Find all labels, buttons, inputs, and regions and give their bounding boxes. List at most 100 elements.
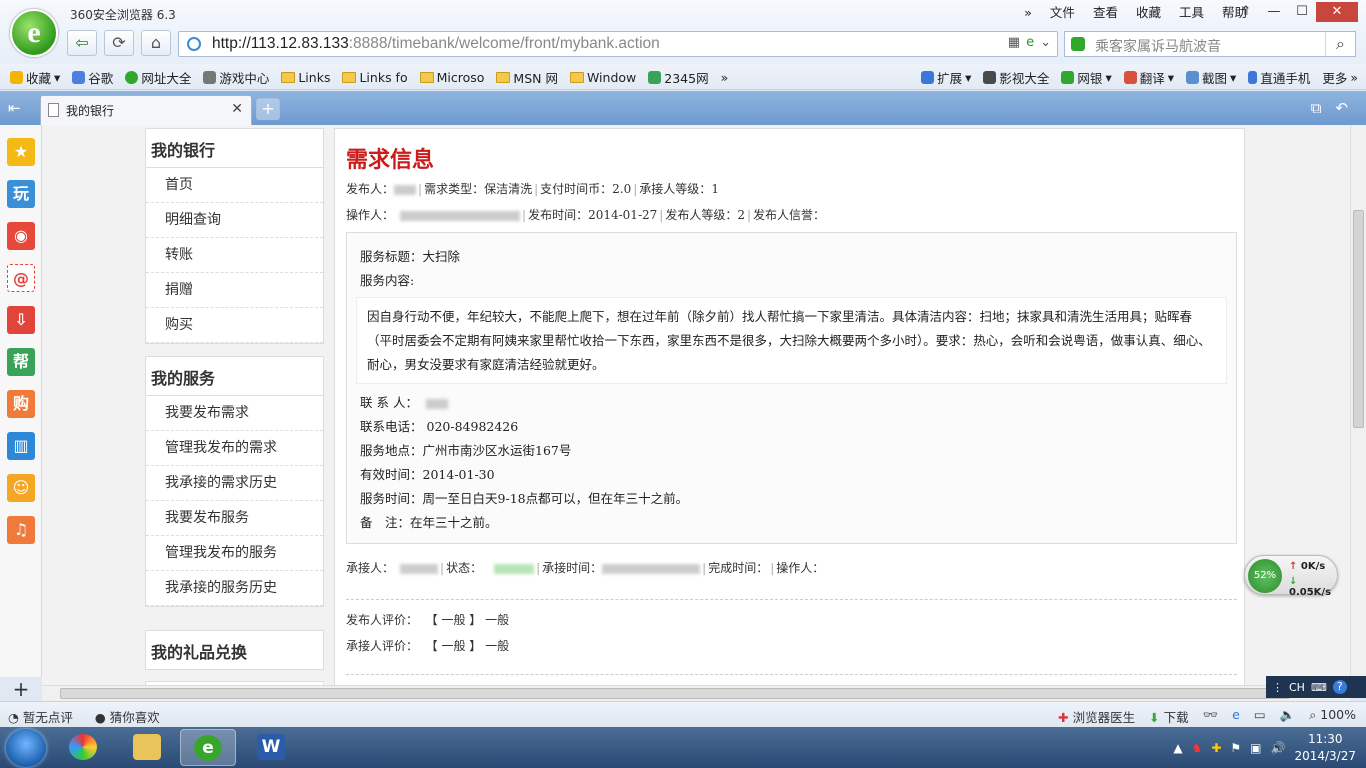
toolbar-translate[interactable]: 翻译 ▾ (1123, 68, 1174, 87)
search-input[interactable]: 乘客家属诉马航波音 (1095, 36, 1221, 56)
toolbar-more[interactable]: 更多 » (1322, 68, 1358, 87)
guess-you-like[interactable]: ● 猜你喜欢 (95, 707, 160, 726)
bookmark-more[interactable]: » (721, 68, 729, 87)
weibo-icon[interactable]: ◉ (7, 222, 35, 250)
vertical-scroll-thumb[interactable] (1353, 210, 1364, 428)
tray-app-icon[interactable]: ♞ (1192, 741, 1203, 755)
nav-purchase[interactable]: 购买 (146, 308, 323, 343)
bookmark-msn[interactable]: MSN 网 (496, 68, 558, 87)
play-app-icon[interactable]: 玩 (7, 180, 35, 208)
nav-home[interactable]: 首页 (146, 168, 323, 203)
tray-expand-icon[interactable]: ▲ (1173, 741, 1182, 755)
mail-icon[interactable]: @ (7, 264, 35, 292)
help-app-icon[interactable]: 帮 (7, 348, 35, 376)
bookmark-games[interactable]: 游戏中心 (203, 68, 269, 87)
menu-view[interactable]: 查看 (1084, 4, 1127, 22)
skin-icon[interactable]: ⇑ (1232, 2, 1260, 22)
url-tools: ▦ e ⌄ (1008, 35, 1051, 50)
nav-service-history[interactable]: 我承接的服务历史 (146, 571, 323, 606)
bookmark-google[interactable]: 谷歌 (72, 68, 113, 87)
tray-network-icon[interactable]: ▣ (1250, 741, 1261, 755)
shopping-icon[interactable]: 购 (7, 390, 35, 418)
download-icon[interactable]: ⇩ (7, 306, 35, 334)
keyboard-icon[interactable]: ⌨ (1311, 681, 1327, 694)
maximize-button[interactable]: ☐ (1288, 2, 1316, 22)
bookmark-favorites[interactable]: 收藏 ▾ (10, 68, 60, 87)
music-icon[interactable]: ♫ (7, 516, 35, 544)
no-review[interactable]: ◔ 暂无点评 (8, 707, 73, 726)
toolbar-extensions[interactable]: 扩展 ▾ (921, 68, 971, 87)
bookmark-window[interactable]: Window (569, 68, 636, 87)
book-icon[interactable]: ▥ (7, 432, 35, 460)
bookmark-microso[interactable]: Microso (419, 68, 484, 87)
nav-gift-title[interactable]: 我的礼品兑换 (146, 631, 323, 669)
clock[interactable]: 11:30 2014/3/27 (1294, 731, 1356, 765)
start-button[interactable] (6, 729, 46, 767)
url-dropdown-icon[interactable]: ⌄ (1040, 35, 1051, 50)
incognito-icon[interactable]: 👓 (1203, 707, 1219, 726)
nav-detail-query[interactable]: 明细查询 (146, 203, 323, 238)
menu-favorites[interactable]: 收藏 (1127, 4, 1170, 22)
emoji-icon[interactable]: ☺ (7, 474, 35, 502)
tab-list-icon[interactable]: ⧉ (1311, 99, 1322, 117)
volume-icon[interactable]: 🔈 (1280, 707, 1296, 726)
bookmark-links[interactable]: Links (281, 68, 330, 87)
tray-flag-icon[interactable]: ⚑ (1230, 741, 1241, 755)
taskbar-360-browser[interactable]: e (180, 729, 236, 766)
ime-bar[interactable]: ⋮ CH ⌨ ? (1266, 676, 1366, 698)
menu-file[interactable]: 文件 (1041, 4, 1084, 22)
qrcode-icon[interactable]: ▦ (1008, 35, 1020, 50)
vertical-scrollbar[interactable] (1350, 125, 1366, 685)
status-redacted (494, 563, 535, 574)
toolbar-video[interactable]: 影视大全 (983, 68, 1049, 87)
taskbar-explorer[interactable] (120, 729, 176, 766)
tab-mybank[interactable]: 我的银行 ✕ (40, 95, 252, 125)
new-tab-button[interactable]: + (256, 98, 280, 120)
browser-doctor[interactable]: ✚ 浏览器医生 (1058, 707, 1135, 726)
compat-mode-icon[interactable]: e (1026, 35, 1034, 50)
toolbar-bank[interactable]: 网银 ▾ (1061, 68, 1112, 87)
zoom[interactable]: ⌕ 100% (1309, 707, 1356, 726)
undo-close-icon[interactable]: ↶ (1335, 99, 1348, 117)
help-icon[interactable]: ? (1332, 680, 1347, 694)
address-bar[interactable]: http://113.12.83.133:8888/timebank/welco… (178, 31, 1058, 57)
toolbar-screenshot[interactable]: 截图 ▾ (1186, 68, 1236, 87)
url-text[interactable]: http://113.12.83.133:8888/timebank/welco… (212, 35, 660, 53)
horizontal-scrollbar[interactable] (42, 685, 1350, 701)
minimize-button[interactable]: — (1260, 2, 1288, 22)
search-icon[interactable]: ⌕ (1325, 32, 1355, 56)
sidebar-toggle-icon[interactable]: ⇤ (8, 99, 21, 117)
tray-volume-icon[interactable]: 🔊 (1271, 741, 1286, 755)
close-button[interactable]: ✕ (1316, 2, 1358, 22)
nav-demand-history[interactable]: 我承接的需求历史 (146, 466, 323, 501)
nav-publish-service[interactable]: 我要发布服务 (146, 501, 323, 536)
search-box[interactable]: 乘客家属诉马航波音 ⌕ (1064, 31, 1356, 57)
nav-donate[interactable]: 捐赠 (146, 273, 323, 308)
nav-transfer[interactable]: 转账 (146, 238, 323, 273)
horizontal-scroll-thumb[interactable] (60, 688, 1290, 699)
tray-360-icon[interactable]: ✚ (1211, 741, 1221, 755)
taskbar-word[interactable]: W (244, 729, 300, 766)
menu-more[interactable]: » (1015, 4, 1041, 22)
refresh-button[interactable]: ⟳ (104, 30, 134, 56)
back-button[interactable]: ⇦ (67, 30, 97, 56)
nav-publish-demand[interactable]: 我要发布需求 (146, 396, 323, 431)
nav-manage-demands[interactable]: 管理我发布的需求 (146, 431, 323, 466)
toolbar-phone[interactable]: 直通手机 (1248, 68, 1310, 87)
window-mode-icon[interactable]: ▭ (1254, 707, 1266, 726)
add-app-icon[interactable]: + (0, 677, 42, 701)
ie-mode-icon[interactable]: e (1232, 707, 1240, 726)
home-button[interactable]: ⌂ (141, 30, 171, 56)
downloads[interactable]: ⬇ 下载 (1149, 707, 1188, 726)
favorites-star-icon[interactable]: ★ (7, 138, 35, 166)
bookmark-2345[interactable]: 2345网 (648, 68, 709, 87)
ime-lang[interactable]: CH (1289, 681, 1305, 694)
nav-manage-services[interactable]: 管理我发布的服务 (146, 536, 323, 571)
menu-tools[interactable]: 工具 (1170, 4, 1213, 22)
bookmark-links-fo[interactable]: Links fo (342, 68, 408, 87)
close-tab-icon[interactable]: ✕ (231, 101, 243, 117)
bookmark-hao[interactable]: 网址大全 (125, 68, 191, 87)
network-speed-widget[interactable]: 52% ↑ 0K/s ↓ 0.05K/s (1244, 555, 1338, 598)
search-engine-icon[interactable] (1071, 37, 1085, 51)
taskbar-app-1[interactable] (56, 729, 112, 766)
